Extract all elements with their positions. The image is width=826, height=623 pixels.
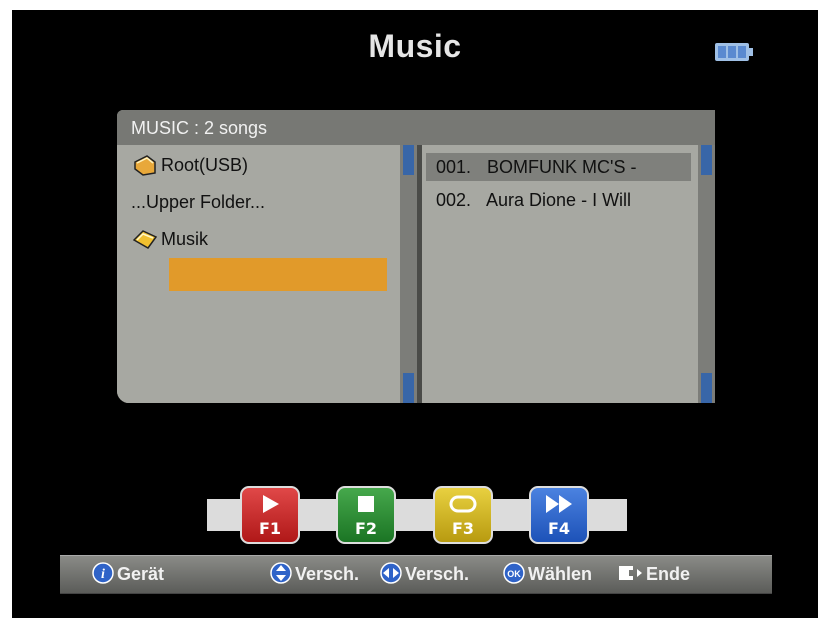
info-icon: i [92,562,114,584]
help-label: Wählen [528,564,593,584]
help-item-move-horizontal[interactable]: Versch. [380,556,469,593]
folder-list[interactable]: Root(USB) ...Upper Folder... Musik [117,145,400,403]
help-bar: i Gerät Versch. Versch. OK Wählen Ende [60,555,772,594]
song-number: 002. [436,190,472,210]
song-title: Aura Dione - I Will [486,190,632,210]
song-number: 001. [436,157,472,177]
song-item[interactable]: 002. Aura Dione - I Will [436,185,631,215]
song-title: BOMFUNK MC'S - [487,157,637,177]
stop-icon [358,496,374,512]
ok-icon: OK [503,562,525,584]
f3-button[interactable]: F3 [433,486,493,544]
function-key-label: F2 [354,519,378,538]
help-item-info[interactable]: i Gerät [92,556,164,593]
play-icon [263,495,279,513]
song-item[interactable]: 001. BOMFUNK MC'S - [436,152,636,182]
help-label: Versch. [405,564,470,584]
selection-highlight [169,258,387,291]
up-down-arrows-icon [270,562,292,584]
folder-label: ...Upper Folder... [131,192,266,212]
f1-button[interactable]: F1 [240,486,300,544]
function-key-label: F3 [451,519,475,538]
help-item-exit[interactable]: Ende [617,556,690,593]
fast-forward-icon [546,495,572,513]
help-item-select[interactable]: OK Wählen [503,556,592,593]
svg-text:i: i [101,567,105,582]
folder-label: Root(USB) [161,155,249,175]
song-scrollbar[interactable] [698,145,715,403]
folder-scrollbar[interactable] [400,145,417,403]
folder-label: Musik [161,229,209,249]
folder-icon [133,230,157,249]
f4-button[interactable]: F4 [529,486,589,544]
svg-text:OK: OK [507,569,521,579]
folder-icon [134,155,156,176]
battery-icon [715,43,753,61]
tv-screen: Music MUSIC : 2 songs Root(USB) ...Upper… [12,10,818,618]
music-browser-panel: MUSIC : 2 songs Root(USB) ...Upper Folde… [117,110,715,403]
f2-button[interactable]: F2 [336,486,396,544]
left-right-arrows-icon [380,562,402,584]
song-list[interactable]: 001. BOMFUNK MC'S - 002. Aura Dione - I … [422,145,698,403]
exit-icon [619,566,642,581]
browser-header: MUSIC : 2 songs [117,110,715,145]
help-label: Versch. [295,564,360,584]
help-item-move-vertical[interactable]: Versch. [270,556,359,593]
help-label: Ende [646,564,691,584]
help-label: Gerät [117,564,165,584]
page-title: Music [368,28,462,64]
function-key-label: F4 [547,519,571,538]
function-key-label: F1 [258,519,282,538]
repeat-icon [449,495,477,513]
